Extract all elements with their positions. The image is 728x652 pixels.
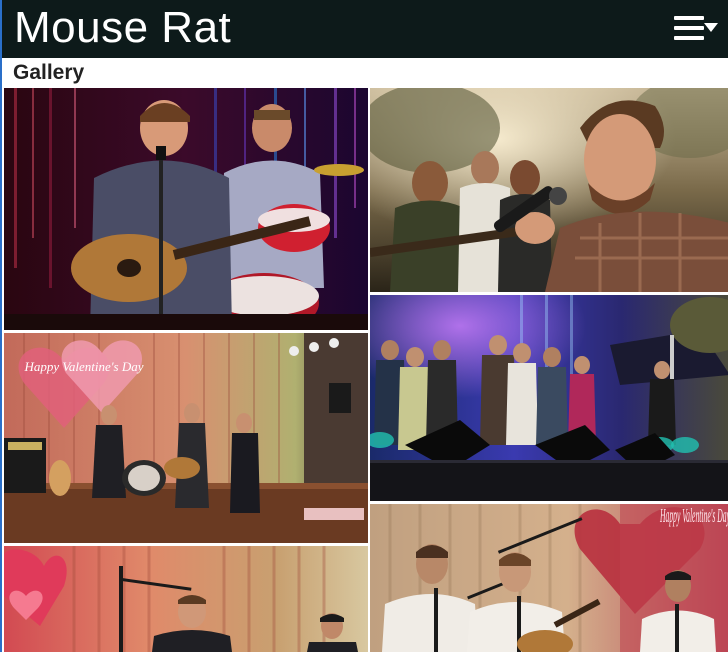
- gallery-photo[interactable]: Happy Valentine's Day: [4, 333, 368, 543]
- gallery-heading-bar: Gallery: [0, 58, 728, 88]
- banner-text: Happy Valentine's Day: [660, 505, 728, 527]
- gallery-photo[interactable]: [4, 88, 368, 330]
- site-title[interactable]: Mouse Rat: [14, 2, 231, 54]
- gallery-photo[interactable]: [370, 88, 728, 292]
- banner-text: Happy Valentine's Day: [23, 359, 143, 374]
- gallery-photo[interactable]: [370, 295, 728, 501]
- page-title: Gallery: [13, 61, 85, 84]
- gallery-photo[interactable]: Happy Valentine's Day: [370, 504, 728, 652]
- gallery-photo[interactable]: [4, 546, 368, 652]
- site-header: Mouse Rat: [0, 0, 728, 58]
- hamburger-menu-icon[interactable]: [674, 15, 720, 41]
- photo-gallery: Happy Valentine's Day Happy Valentine's …: [0, 88, 728, 652]
